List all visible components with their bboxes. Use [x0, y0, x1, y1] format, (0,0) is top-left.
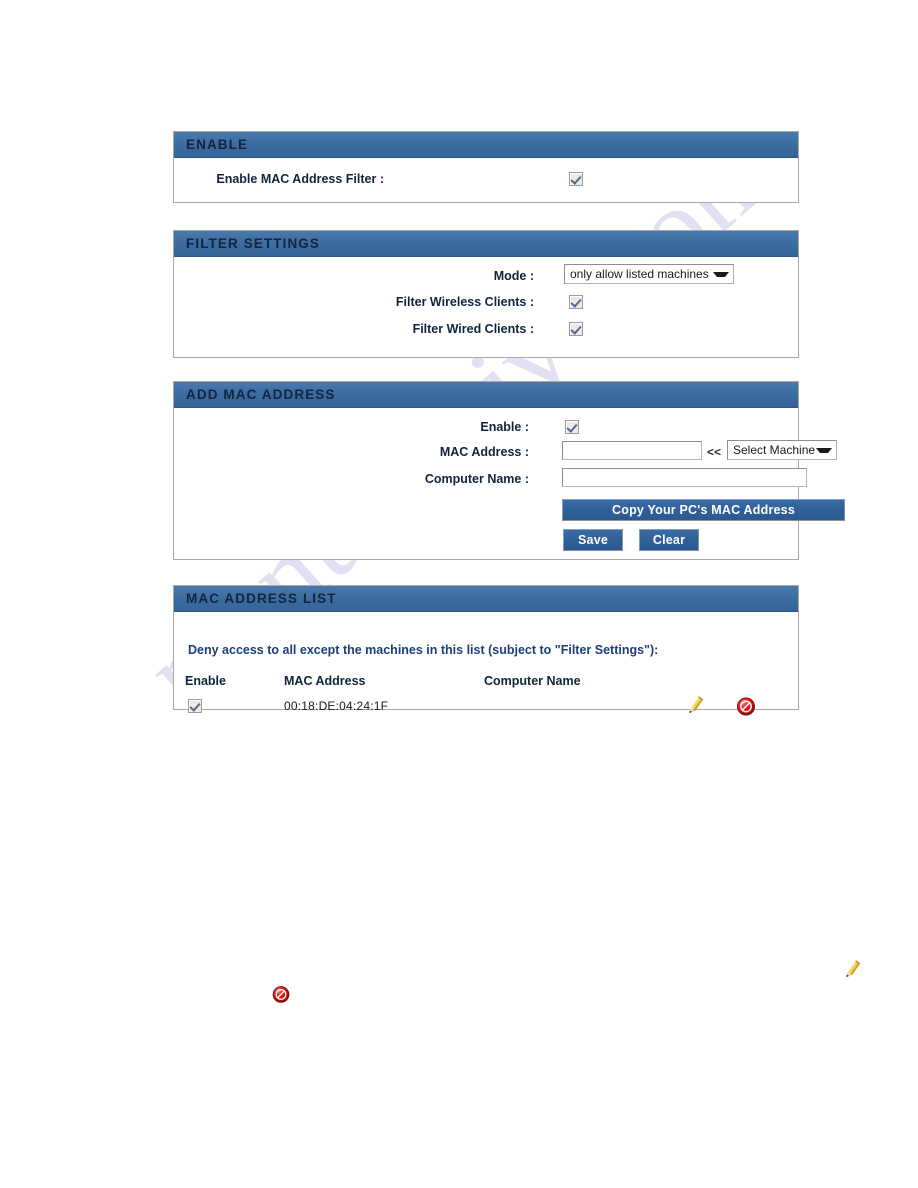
mode-select[interactable]: only allow listed machines: [564, 264, 734, 284]
computer-name-label: Computer Name :: [424, 472, 529, 486]
column-header-enable: Enable: [185, 674, 226, 688]
panel-enable: ENABLE Enable MAC Address Filter :: [173, 131, 799, 203]
pencil-icon[interactable]: [681, 693, 707, 719]
panel-mac-address-list: MAC ADDRESS LIST Deny access to all exce…: [173, 585, 799, 716]
column-header-computer-name: Computer Name: [484, 674, 581, 688]
select-machine-select[interactable]: Select Machine: [727, 440, 837, 460]
panel-filter-settings-title: FILTER SETTINGS: [174, 231, 798, 257]
filter-wired-clients-label: Filter Wired Clients :: [412, 322, 534, 336]
panel-filter-settings: FILTER SETTINGS Mode : only allow listed…: [173, 230, 799, 358]
save-button[interactable]: Save: [563, 529, 623, 551]
delete-icon[interactable]: [733, 693, 759, 719]
panel-add-mac-title: ADD MAC ADDRESS: [174, 382, 798, 408]
enable-mac-filter-checkbox[interactable]: [569, 172, 583, 186]
panel-enable-body: Enable MAC Address Filter :: [174, 158, 798, 202]
chevron-down-icon: [713, 271, 729, 277]
add-mac-enable-label: Enable :: [480, 420, 529, 434]
enable-mac-filter-label: Enable MAC Address Filter :: [216, 172, 384, 186]
copy-pc-mac-address-button[interactable]: Copy Your PC's MAC Address: [562, 499, 845, 521]
panel-add-mac-body: Enable : MAC Address : << Select Machine…: [174, 408, 845, 559]
chevron-down-icon: [816, 447, 832, 453]
filter-wireless-clients-checkbox[interactable]: [569, 295, 583, 309]
page-root: ENABLE Enable MAC Address Filter : FILTE…: [0, 0, 918, 1188]
panel-filter-settings-body: Mode : only allow listed machines Filter…: [174, 257, 798, 357]
mac-address-input[interactable]: [562, 441, 702, 460]
add-mac-enable-checkbox[interactable]: [565, 420, 579, 434]
mac-list-note: Deny access to all except the machines i…: [188, 643, 659, 657]
copy-pc-mac-address-label: Copy Your PC's MAC Address: [612, 503, 795, 517]
panel-enable-title: ENABLE: [174, 132, 798, 158]
copy-arrows-label: <<: [707, 445, 722, 459]
row-enable-checkbox[interactable]: [188, 699, 202, 713]
panel-mac-list-body: Deny access to all except the machines i…: [174, 612, 798, 716]
mac-address-label: MAC Address :: [439, 445, 529, 459]
delete-icon[interactable]: [269, 982, 293, 1006]
mode-label: Mode :: [493, 269, 534, 283]
clear-button[interactable]: Clear: [639, 529, 699, 551]
table-row: 00:18:DE:04:24:1F: [174, 696, 798, 725]
filter-wireless-clients-label: Filter Wireless Clients :: [395, 295, 534, 309]
select-machine-value: Select Machine: [733, 443, 816, 457]
save-button-label: Save: [578, 533, 608, 547]
panel-add-mac-address: ADD MAC ADDRESS Enable : MAC Address : <…: [173, 381, 845, 560]
panel-mac-list-title: MAC ADDRESS LIST: [174, 586, 798, 612]
computer-name-input[interactable]: [562, 468, 807, 487]
filter-wired-clients-checkbox[interactable]: [569, 322, 583, 336]
clear-button-label: Clear: [652, 533, 686, 547]
pencil-icon[interactable]: [838, 957, 864, 983]
row-mac-address: 00:18:DE:04:24:1F: [284, 699, 389, 713]
mode-select-value: only allow listed machines: [570, 267, 709, 281]
column-header-mac-address: MAC Address: [284, 674, 366, 688]
